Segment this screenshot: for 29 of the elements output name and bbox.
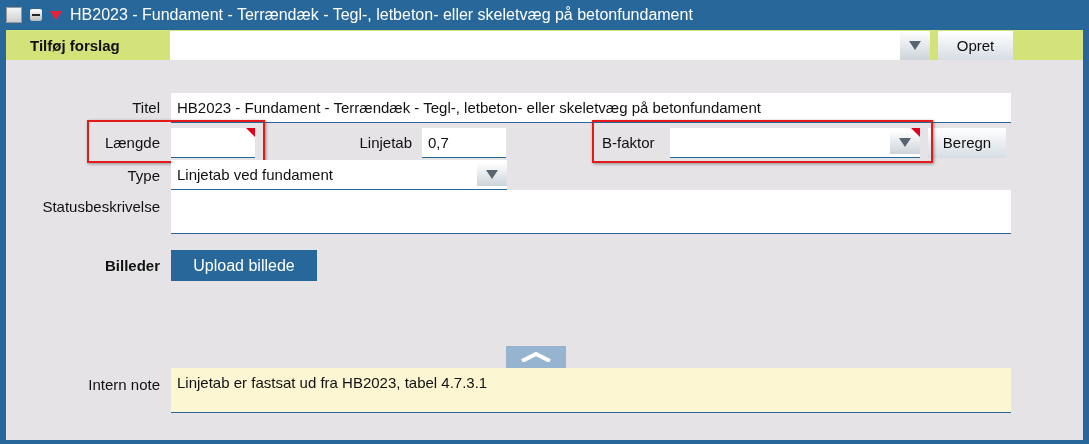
chevron-up-icon [521,352,551,362]
calculate-button[interactable]: Beregn [928,127,1006,158]
field-label: Intern note [87,375,160,393]
field-label: Titel [131,99,160,116]
caret-icon [899,137,911,147]
field-label: Linjetab [358,134,412,151]
dropdown-button[interactable] [477,163,507,186]
upload-button[interactable]: Upload billede [171,250,317,281]
checkbox[interactable] [6,7,22,23]
suggestion-label: Tilføj forslag [29,36,121,54]
note-field[interactable]: Linjetab er fastsat ud fra HB2023, tabel 4.7.3.1 [171,368,1011,413]
dropdown-button[interactable] [900,30,930,60]
window-title: HB2023 - Fundament - Terrændæk - Tegl-, letbeton- eller skeletvæg på betonfundament [70,6,693,24]
field-label: Type [126,166,160,184]
caret-icon [486,170,498,179]
field-label: Statusbeskrivelse [41,197,160,215]
dropdown-field[interactable] [670,127,920,158]
minimize-icon[interactable] [30,9,42,21]
field-label: Længde [103,134,160,151]
create-button[interactable]: Opret [938,30,1013,60]
input-field[interactable]: HB2023 - Fundament - Terrændæk - Tegl-, letbeton- eller skeletvæg på betonfundament [171,92,1011,123]
input-field[interactable] [171,127,255,158]
input-field[interactable]: 0,7 [422,127,506,158]
field-label: B-faktor [601,134,656,151]
dropdown-field[interactable]: Linjetab ved fundament [171,160,507,190]
dropdown-button[interactable] [890,130,920,154]
caret-icon [909,40,921,50]
field-label: Billeder [103,257,160,274]
text-area[interactable] [171,190,1011,234]
